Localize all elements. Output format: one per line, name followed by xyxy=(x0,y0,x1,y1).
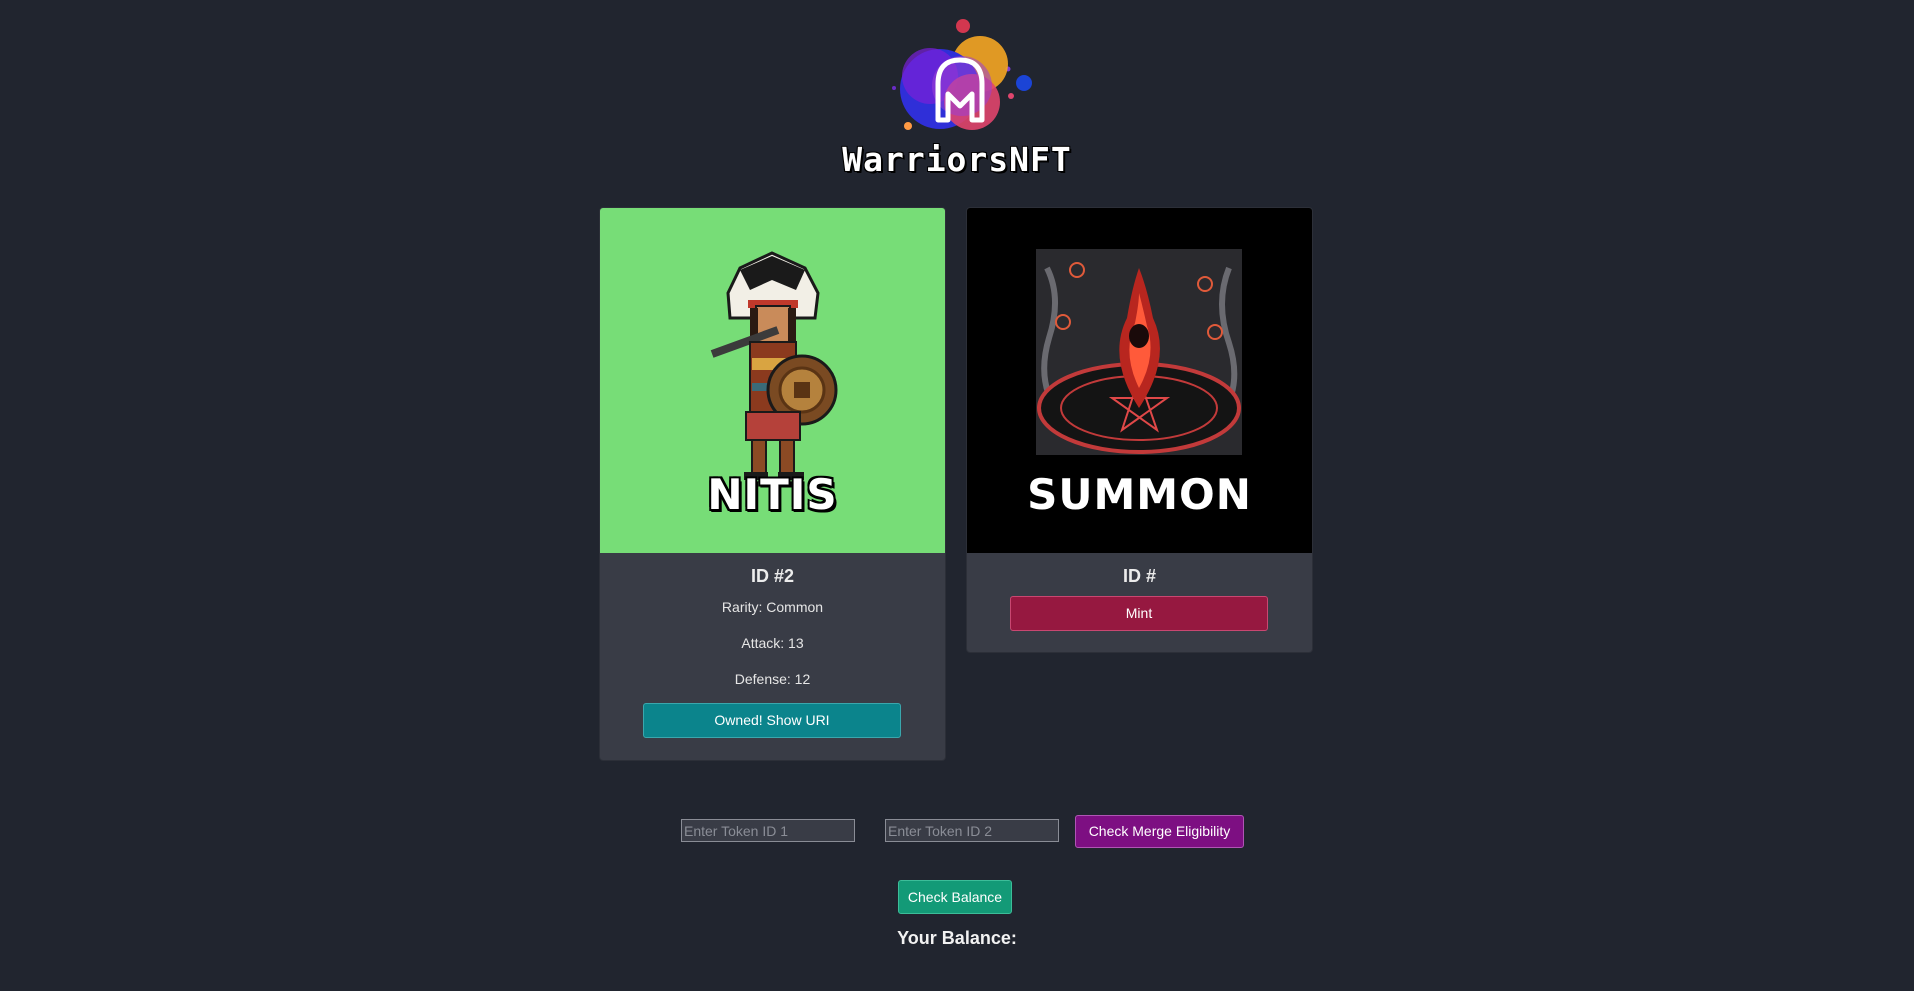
check-balance-button[interactable]: Check Balance xyxy=(898,880,1012,914)
nft-id: ID #2 xyxy=(750,566,795,586)
nft-card-summon: SUMMON ID # Mint xyxy=(966,207,1313,653)
nft-card-nitis: NITIS ID #2 Rarity: Common Attack: 13 De… xyxy=(599,207,946,761)
nft-art-nitis: NITIS xyxy=(600,208,945,553)
nft-art-summon: SUMMON xyxy=(967,208,1312,553)
balance-label: Your Balance: xyxy=(897,928,1017,948)
token-id-2-input[interactable] xyxy=(885,819,1059,842)
nft-id: ID # xyxy=(1122,566,1156,586)
brand-title: WarriorsNFT xyxy=(842,140,1072,179)
mint-button[interactable]: Mint xyxy=(1010,596,1268,631)
rarity-text: Rarity: Common xyxy=(721,599,824,615)
attack-text: Attack: 13 xyxy=(741,635,804,651)
defense-text: Defense: 12 xyxy=(734,671,811,687)
token-id-1-input[interactable] xyxy=(681,819,855,842)
show-uri-button[interactable]: Owned! Show URI xyxy=(643,703,901,738)
warriors-helmet-logo-icon xyxy=(892,19,1032,130)
check-merge-eligibility-button[interactable]: Check Merge Eligibility xyxy=(1075,815,1244,848)
header: WarriorsNFT xyxy=(0,0,1914,190)
nft-art-title: NITIS xyxy=(707,470,838,519)
nft-art-title: SUMMON xyxy=(1027,470,1252,519)
